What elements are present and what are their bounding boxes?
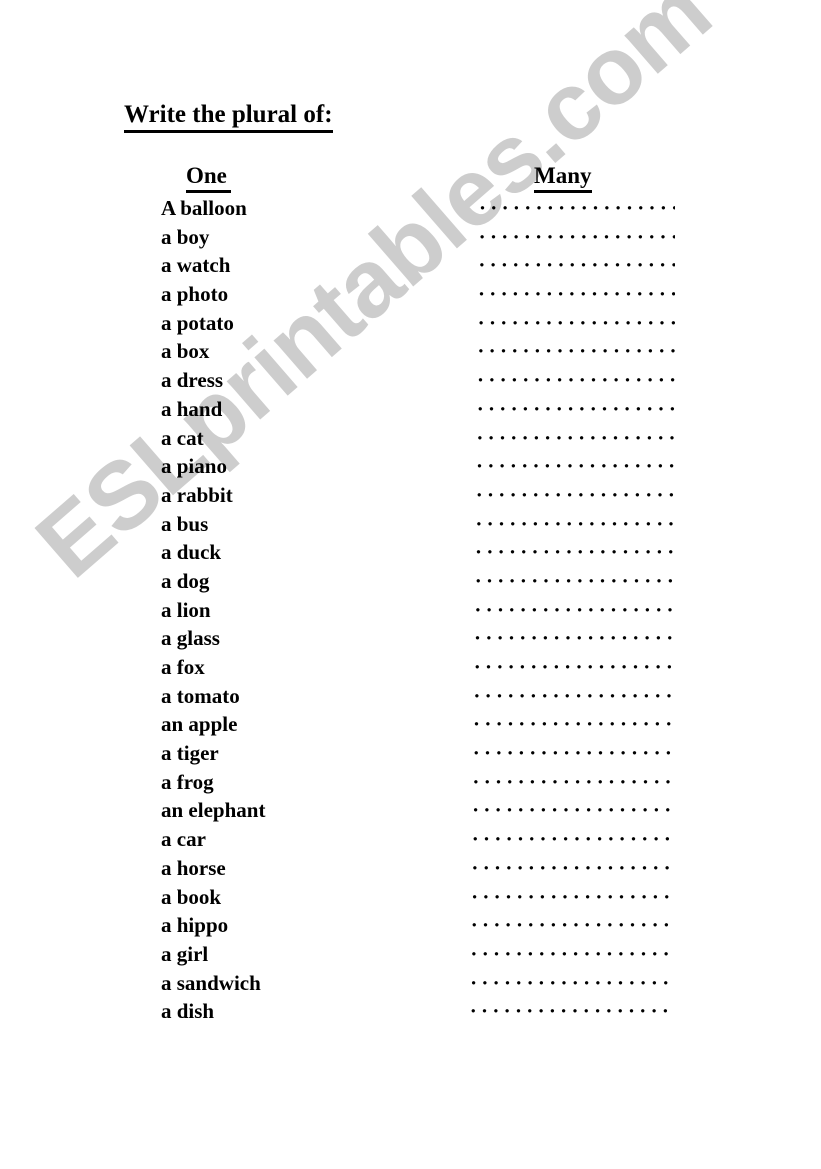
- singular-noun: a car: [161, 827, 206, 852]
- singular-noun: a frog: [161, 769, 214, 794]
- singular-noun: a rabbit: [161, 482, 233, 507]
- singular-noun: a girl: [161, 941, 209, 966]
- plural-answer-line[interactable]: ························: [477, 368, 675, 393]
- worksheet-row: a glass ························: [0, 626, 821, 655]
- plural-answer-line[interactable]: ························: [479, 225, 675, 250]
- singular-noun: a dress: [161, 368, 224, 393]
- singular-noun: a hippo: [161, 913, 229, 938]
- page-title-text: Write the plural of:: [124, 101, 333, 133]
- worksheet-content: Write the plural of: One Many A balloon ·…: [0, 0, 821, 1169]
- plural-answer-line[interactable]: ························: [475, 540, 675, 565]
- plural-answer-line[interactable]: ························: [471, 885, 675, 910]
- worksheet-row: an elephant ························: [0, 798, 821, 827]
- worksheet-row: a lion ························: [0, 598, 821, 627]
- worksheet-row: an apple ························: [0, 712, 821, 741]
- worksheet-row: a potato ························: [0, 311, 821, 340]
- worksheet-row: a girl ························: [0, 942, 821, 971]
- worksheet-row: a horse ························: [0, 856, 821, 885]
- plural-answer-line[interactable]: ························: [473, 684, 675, 709]
- singular-noun: an elephant: [161, 798, 266, 823]
- singular-noun: a lion: [161, 597, 211, 622]
- plural-answer-line[interactable]: ························: [470, 971, 675, 996]
- column-header-one: One: [186, 163, 231, 193]
- worksheet-row: a dish ························: [0, 999, 821, 1028]
- plural-answer-line[interactable]: ························: [472, 770, 675, 795]
- plural-answer-line[interactable]: ························: [472, 827, 675, 852]
- worksheet-row: a hand ························: [0, 397, 821, 426]
- plural-answer-line[interactable]: ························: [478, 282, 675, 307]
- plural-answer-line[interactable]: ························: [475, 512, 675, 537]
- plural-answer-line[interactable]: ························: [478, 311, 675, 336]
- singular-noun: a photo: [161, 282, 229, 307]
- worksheet-row: a book ························: [0, 885, 821, 914]
- plural-answer-line[interactable]: ························: [474, 598, 675, 623]
- worksheet-row: a bus ························: [0, 512, 821, 541]
- worksheet-row: a fox ························: [0, 655, 821, 684]
- worksheet-row: a tiger ························: [0, 741, 821, 770]
- worksheet-row: A balloon ························: [0, 196, 821, 225]
- worksheet-row: a dog ························: [0, 569, 821, 598]
- worksheet-row: a dress ························: [0, 368, 821, 397]
- plural-answer-line[interactable]: ························: [475, 569, 675, 594]
- plural-answer-line[interactable]: ························: [477, 339, 675, 364]
- word-list: A balloon ························ a boy ··…: [0, 196, 821, 1028]
- singular-noun: a horse: [161, 855, 226, 880]
- singular-noun: a dog: [161, 568, 210, 593]
- singular-noun: a bus: [161, 511, 209, 536]
- plural-answer-line[interactable]: ························: [472, 798, 675, 823]
- worksheet-row: a frog ························: [0, 770, 821, 799]
- singular-noun: a watch: [161, 253, 231, 278]
- plural-answer-line[interactable]: ························: [476, 454, 675, 479]
- plural-answer-line[interactable]: ························: [478, 253, 675, 278]
- singular-noun: a tiger: [161, 741, 219, 766]
- singular-noun: a tomato: [161, 683, 240, 708]
- singular-noun: a dish: [161, 999, 215, 1024]
- plural-answer-line[interactable]: ························: [476, 426, 675, 451]
- worksheet-row: a duck ························: [0, 540, 821, 569]
- singular-noun: a book: [161, 884, 222, 909]
- plural-answer-line[interactable]: ························: [473, 712, 675, 737]
- plural-answer-line[interactable]: ························: [473, 741, 675, 766]
- singular-noun: a glass: [161, 626, 220, 651]
- plural-answer-line[interactable]: ························: [479, 196, 675, 221]
- worksheet-page: ESLprintables.com Write the plural of: O…: [0, 0, 821, 1169]
- singular-noun: a box: [161, 339, 210, 364]
- singular-noun: a duck: [161, 540, 222, 565]
- singular-noun: a potato: [161, 310, 234, 335]
- plural-answer-line[interactable]: ························: [476, 483, 675, 508]
- worksheet-row: a sandwich ························: [0, 971, 821, 1000]
- singular-noun: a cat: [161, 425, 204, 450]
- worksheet-row: a watch ························: [0, 253, 821, 282]
- plural-answer-line[interactable]: ························: [474, 655, 675, 680]
- plural-answer-line[interactable]: ························: [471, 856, 675, 881]
- worksheet-row: a box ························: [0, 339, 821, 368]
- plural-answer-line[interactable]: ························: [470, 942, 675, 967]
- worksheet-row: a tomato ························: [0, 684, 821, 713]
- plural-answer-line[interactable]: ························: [474, 626, 675, 651]
- worksheet-row: a boy ························: [0, 225, 821, 254]
- plural-answer-line[interactable]: ························: [477, 397, 675, 422]
- worksheet-row: a car ························: [0, 827, 821, 856]
- singular-noun: a fox: [161, 655, 205, 679]
- worksheet-row: a cat ························: [0, 426, 821, 455]
- singular-noun: an apple: [161, 712, 238, 737]
- worksheet-row: a piano ························: [0, 454, 821, 483]
- column-header-many: Many: [534, 163, 592, 193]
- column-header-many-text: Many: [534, 163, 592, 193]
- singular-noun: a sandwich: [161, 970, 261, 995]
- worksheet-row: a photo ························: [0, 282, 821, 311]
- plural-answer-line[interactable]: ························: [470, 999, 675, 1024]
- singular-noun: a boy: [161, 224, 210, 249]
- plural-answer-line[interactable]: ························: [471, 913, 675, 938]
- singular-noun: a piano: [161, 454, 227, 479]
- column-header-one-text: One: [186, 163, 231, 193]
- singular-noun: a hand: [161, 396, 223, 421]
- singular-noun: A balloon: [161, 196, 247, 220]
- worksheet-row: a rabbit ························: [0, 483, 821, 512]
- page-title: Write the plural of:: [124, 101, 333, 133]
- worksheet-row: a hippo ························: [0, 913, 821, 942]
